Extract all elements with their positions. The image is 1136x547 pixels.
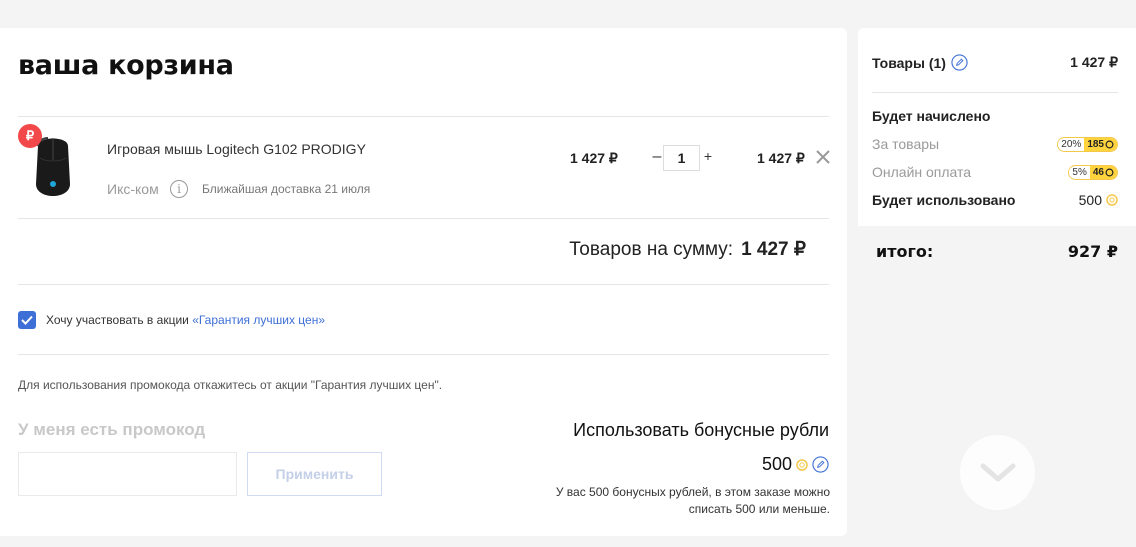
summary-accrued-heading-row: Будет начислено	[872, 108, 1118, 124]
promo-note: Для использования промокода откажитесь о…	[18, 378, 443, 392]
bonus-amount-row: 500	[762, 454, 829, 475]
quantity-increase-button[interactable]: +	[702, 148, 714, 164]
summary-for-goods-label: За товары	[872, 136, 940, 152]
page-title: ваша корзина	[18, 50, 234, 81]
bonus-note: У вас 500 бонусных рублей, в этом заказе…	[500, 484, 830, 518]
promo-code-input[interactable]	[18, 452, 237, 496]
bonus-amount: 500	[761, 454, 792, 474]
bonus-note-line: списать 500 или меньше.	[688, 502, 830, 516]
ruble-badge: ₽	[18, 124, 42, 148]
summary-items-row: Товары (1) 1 427 ₽	[872, 54, 1118, 71]
summary-accrued-heading: Будет начислено	[872, 108, 991, 124]
bonus-badge: 5% 46	[1068, 164, 1118, 180]
divider	[872, 92, 1118, 93]
info-icon[interactable]: i	[170, 180, 188, 198]
divider	[18, 218, 829, 219]
best-price-checkbox[interactable]	[18, 311, 36, 329]
bonus-note-line: У вас 500 бонусных рублей, в этом заказе…	[555, 485, 830, 499]
summary-total-row: итого: 927 ₽	[858, 226, 1136, 276]
summary-total-label: итого:	[876, 241, 934, 261]
product-name-link[interactable]: Игровая мышь Logitech G102 PRODIGY	[107, 141, 366, 157]
summary-used-row: Будет использовано 500	[872, 192, 1118, 208]
divider	[18, 116, 829, 117]
bonus-title: Использовать бонусные рубли	[573, 420, 829, 440]
bonus-points-group: 185	[1084, 137, 1117, 151]
quantity-decrease-button[interactable]: –	[651, 148, 663, 166]
summary-items-label-group: Товары (1)	[872, 54, 968, 71]
sum-label: Товаров на сумму:	[569, 239, 734, 260]
coin-icon	[1106, 194, 1118, 206]
order-summary: Товары (1) 1 427 ₽ Будет начислено За то…	[858, 28, 1136, 276]
summary-items-value: 1 427 ₽	[1070, 54, 1118, 70]
seller-name: Икс-ком	[107, 181, 159, 197]
pencil-icon[interactable]	[812, 456, 829, 473]
best-price-label: Хочу участвовать в акции «Гарантия лучши…	[46, 313, 325, 327]
bonus-points-group: 46	[1089, 165, 1117, 179]
cart-sum: Товаров на сумму: 1 427 ₽	[569, 238, 806, 261]
coin-icon	[796, 458, 808, 471]
bonus-points: 185	[1087, 138, 1104, 150]
delivery-date: Ближайшая доставка 21 июля	[202, 182, 371, 196]
divider	[18, 354, 829, 355]
divider	[18, 284, 829, 285]
checkmark-icon	[21, 315, 33, 325]
summary-for-goods-row: За товары 20% 185	[872, 136, 1118, 152]
summary-online-label: Онлайн оплата	[872, 164, 972, 180]
chevron-down-icon	[980, 463, 1015, 481]
unit-price: 1 427 ₽	[570, 150, 618, 166]
bonus-percent: 20%	[1058, 138, 1085, 150]
best-price-link[interactable]: «Гарантия лучших цен»	[192, 313, 325, 327]
close-icon[interactable]	[815, 149, 831, 165]
sum-value: 1 427 ₽	[741, 239, 806, 260]
summary-online-row: Онлайн оплата 5% 46	[872, 164, 1118, 180]
summary-items-label: Товары (1)	[872, 54, 946, 71]
product-image[interactable]: ₽	[18, 124, 88, 208]
bonus-points: 46	[1092, 166, 1104, 178]
summary-used-value-group: 500	[1079, 192, 1118, 208]
summary-total-value: 927 ₽	[1067, 241, 1118, 261]
coin-icon	[1105, 140, 1114, 148]
best-price-text: Хочу участвовать в акции	[46, 313, 193, 327]
apply-promo-button[interactable]: Применить	[247, 452, 382, 496]
coin-icon	[1105, 168, 1114, 176]
promo-title: У меня есть промокод	[18, 420, 206, 439]
pencil-icon[interactable]	[951, 54, 968, 71]
bonus-badge: 20% 185	[1057, 136, 1118, 152]
summary-used-value: 500	[1078, 192, 1102, 208]
line-total: 1 427 ₽	[757, 150, 805, 166]
summary-used-label: Будет использовано	[872, 192, 1016, 208]
scroll-down-button[interactable]	[960, 435, 1035, 510]
bonus-percent: 5%	[1069, 166, 1090, 178]
quantity-input[interactable]: 1	[663, 145, 700, 171]
